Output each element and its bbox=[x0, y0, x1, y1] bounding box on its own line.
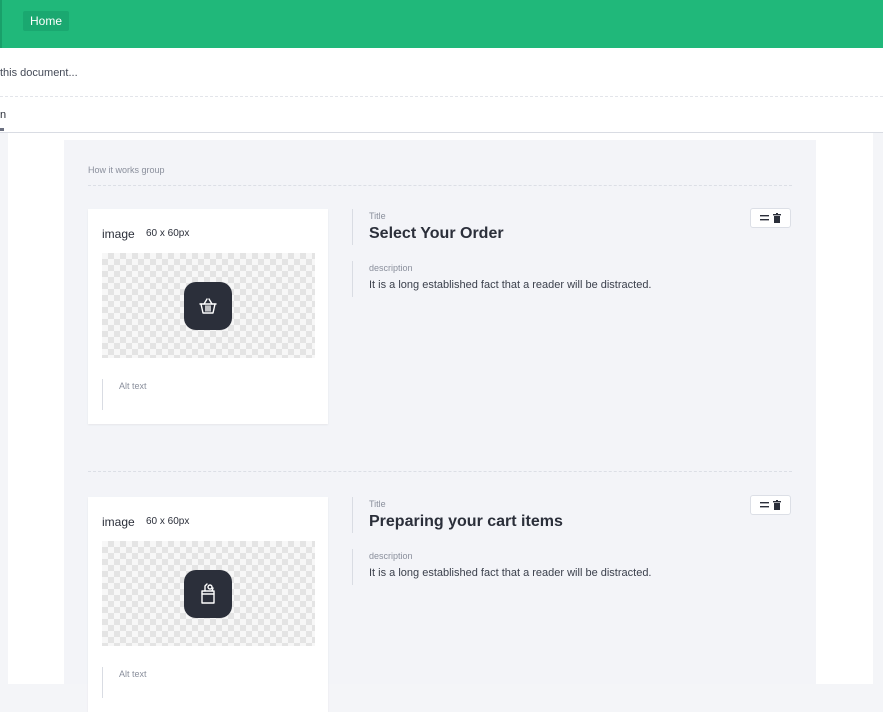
group-divider bbox=[88, 185, 792, 186]
search-bar[interactable]: this document... bbox=[0, 48, 883, 97]
drag-handle-icon[interactable] bbox=[760, 502, 769, 508]
top-bar: Home bbox=[0, 0, 883, 48]
image-field-label: image bbox=[102, 515, 135, 529]
image-field-label: image bbox=[102, 227, 135, 241]
search-input-text[interactable]: this document... bbox=[0, 67, 78, 79]
title-field-label: Title bbox=[369, 499, 386, 509]
image-size-hint: 60 x 60px bbox=[146, 228, 190, 239]
item-actions bbox=[750, 495, 791, 515]
description-input[interactable]: It is a long established fact that a rea… bbox=[369, 279, 652, 291]
home-link[interactable]: Home bbox=[23, 11, 70, 31]
trash-icon[interactable] bbox=[773, 213, 781, 223]
how-it-works-group: How it works group image 60 x 60px Alt t… bbox=[64, 140, 816, 712]
tab-active-indicator bbox=[0, 128, 4, 131]
image-preview[interactable] bbox=[102, 253, 315, 358]
image-field-card[interactable]: image 60 x 60px Alt text bbox=[88, 497, 328, 712]
group-label: How it works group bbox=[88, 165, 165, 175]
image-tile bbox=[184, 282, 232, 330]
item-actions bbox=[750, 208, 791, 228]
description-input[interactable]: It is a long established fact that a rea… bbox=[369, 567, 652, 579]
alt-text-input[interactable]: Alt text bbox=[119, 381, 147, 391]
title-input[interactable]: Select Your Order bbox=[369, 225, 504, 243]
image-tile bbox=[184, 570, 232, 618]
title-field-label: Title bbox=[369, 211, 386, 221]
title-field-bar bbox=[352, 209, 353, 245]
basket-icon bbox=[198, 297, 218, 315]
alt-text-bar bbox=[102, 667, 103, 698]
item-divider bbox=[88, 471, 792, 472]
title-field-bar bbox=[352, 497, 353, 533]
tab-active-label[interactable]: n bbox=[0, 109, 6, 121]
drag-handle-icon[interactable] bbox=[760, 215, 769, 221]
image-size-hint: 60 x 60px bbox=[146, 516, 190, 527]
description-field-label: description bbox=[369, 263, 413, 273]
description-field-bar bbox=[352, 261, 353, 297]
grocery-bag-icon bbox=[199, 583, 217, 605]
top-bar-edge bbox=[0, 0, 2, 48]
alt-text-input[interactable]: Alt text bbox=[119, 669, 147, 679]
alt-text-bar bbox=[102, 379, 103, 410]
image-preview[interactable] bbox=[102, 541, 315, 646]
description-field-label: description bbox=[369, 551, 413, 561]
description-field-bar bbox=[352, 549, 353, 585]
title-input[interactable]: Preparing your cart items bbox=[369, 513, 563, 531]
image-field-card[interactable]: image 60 x 60px Alt text bbox=[88, 209, 328, 424]
tab-bar: n bbox=[0, 97, 883, 133]
trash-icon[interactable] bbox=[773, 500, 781, 510]
